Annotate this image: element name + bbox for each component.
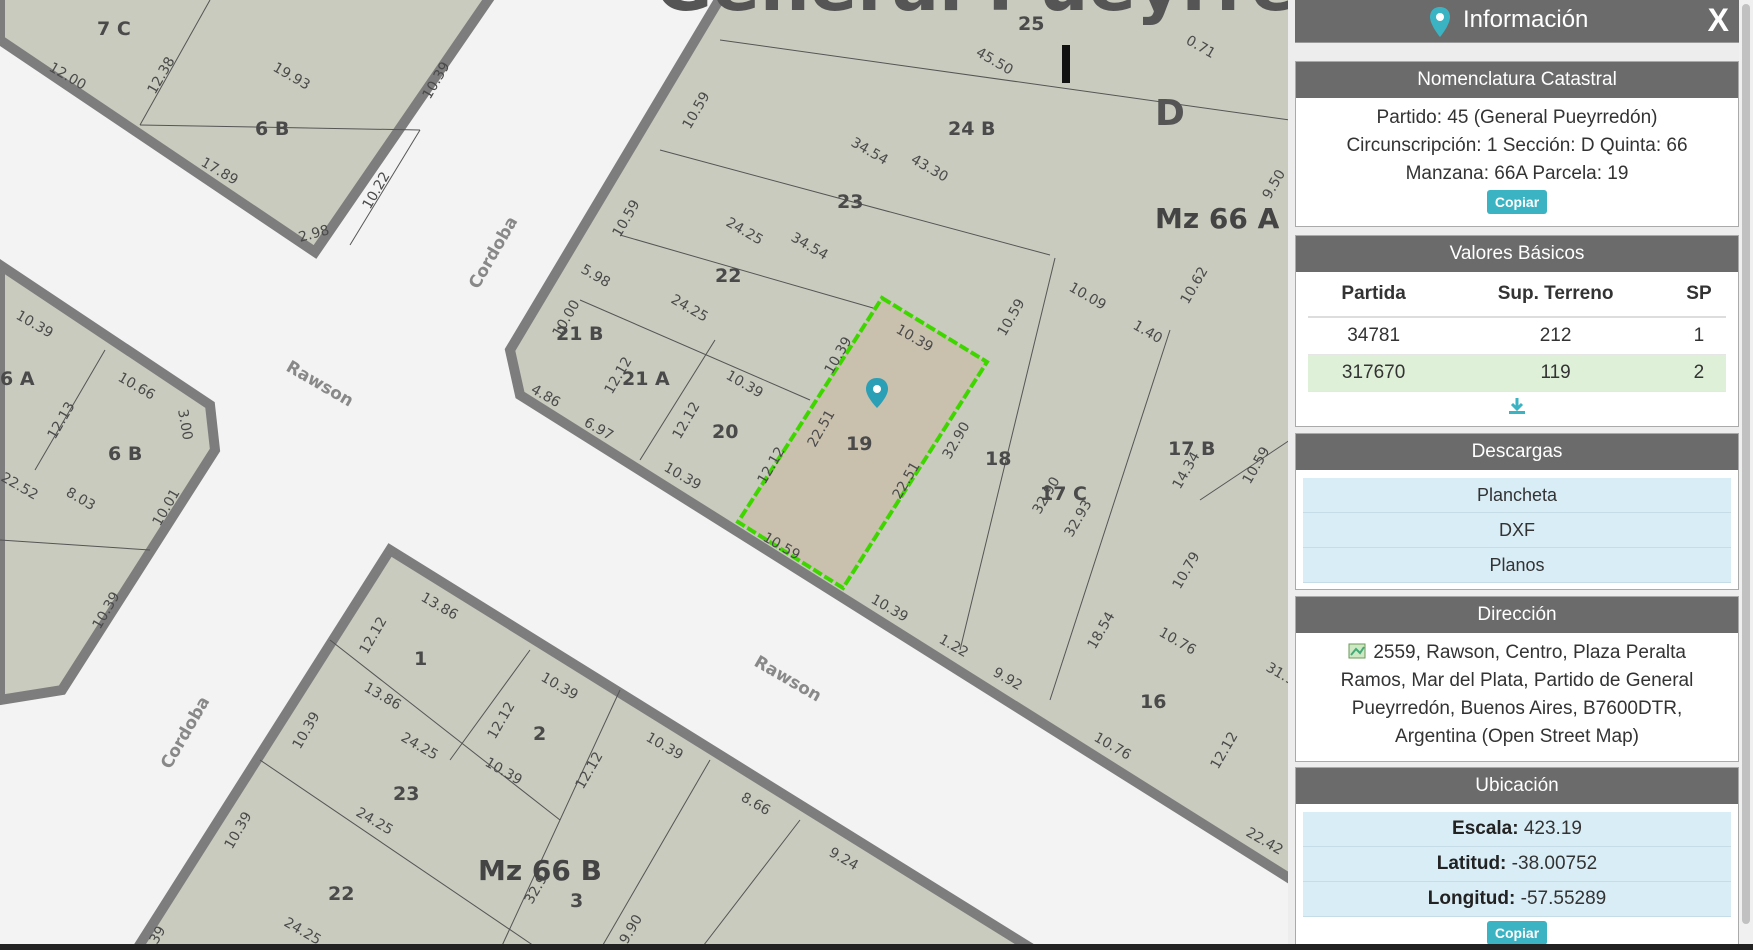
parcel-number: 6 B: [108, 443, 142, 465]
section-letter: D: [1155, 93, 1185, 134]
info-titlebar: Información X: [1295, 0, 1739, 43]
download-icon[interactable]: [1507, 396, 1527, 416]
panel-scrollbar[interactable]: [1739, 0, 1753, 950]
column-header: Partida: [1308, 272, 1440, 318]
parcel-number: 7 C: [97, 18, 131, 40]
address-line: Argentina (Open Street Map): [1395, 726, 1639, 747]
close-button[interactable]: X: [1708, 2, 1729, 39]
valores-table: Partida Sup. Terreno SP 34781 212 1 3176…: [1308, 272, 1726, 392]
parcel-number: 22: [328, 883, 354, 905]
escala-value: 423.19: [1523, 818, 1582, 839]
panel-title: Información: [1463, 6, 1589, 33]
parcel-number: 2: [533, 723, 546, 745]
block-label: Mz 66 A: [1155, 202, 1280, 235]
circunscripcion-line: Circunscripción: 1 Sección: D Quinta: 66: [1346, 135, 1688, 156]
cursor-marker: [1062, 45, 1070, 83]
parcel-number: 16: [1140, 691, 1166, 713]
parcel-number: 25: [1018, 13, 1044, 35]
address-line: 2559, Rawson, Centro, Plaza Peralta: [1373, 642, 1686, 663]
parcel-number: 19: [846, 433, 872, 455]
longitud-value: -57.55289: [1520, 888, 1607, 909]
section-header: Dirección: [1296, 597, 1738, 633]
scrollbar-thumb[interactable]: [1742, 4, 1750, 924]
section-header: Nomenclatura Catastral: [1296, 62, 1738, 98]
section-header: Ubicación: [1296, 768, 1738, 804]
map-title-fragment: General Pueyrred: [655, 0, 1288, 27]
parcel-number: 3: [570, 890, 583, 912]
column-header: Sup. Terreno: [1439, 272, 1672, 318]
descargas-section: Descargas Plancheta DXF Planos: [1295, 433, 1739, 590]
partido-line: Partido: 45 (General Pueyrredón): [1376, 107, 1658, 128]
valores-section: Valores Básicos Partida Sup. Terreno SP …: [1295, 235, 1739, 427]
section-header: Valores Básicos: [1296, 236, 1738, 272]
cadastral-map[interactable]: General Pueyrred D Cordoba Rawson Rawson…: [0, 0, 1288, 950]
dxf-link[interactable]: DXF: [1303, 513, 1731, 548]
longitud-row: Longitud: -57.55289: [1303, 882, 1731, 917]
latitud-row: Latitud: -38.00752: [1303, 847, 1731, 882]
parcel-number: 23: [837, 191, 863, 213]
map-icon: [1348, 643, 1366, 659]
address-line: Ramos, Mar del Plata, Partido de General: [1340, 670, 1694, 691]
section-header: Descargas: [1296, 434, 1738, 470]
parcel-number: 20: [712, 421, 738, 443]
parcel-number: 24 B: [948, 118, 996, 140]
direccion-section: Dirección 2559, Rawson, Centro, Plaza Pe…: [1295, 596, 1739, 762]
manzana-line: Manzana: 66A Parcela: 19: [1405, 163, 1629, 184]
location-pin-icon: [1430, 7, 1450, 37]
info-panel: Información X Nomenclatura Catastral Par…: [1288, 0, 1753, 950]
copy-ubicacion-button[interactable]: Copiar: [1486, 921, 1548, 945]
parcel-number: 18: [985, 448, 1011, 470]
parcel-number: 6 A: [0, 368, 35, 390]
parcel-number: 23: [393, 783, 419, 805]
latitud-value: -38.00752: [1511, 853, 1598, 874]
escala-row: Escala: 423.19: [1303, 812, 1731, 847]
table-row[interactable]: 317670 119 2: [1308, 354, 1726, 392]
planos-link[interactable]: Planos: [1303, 548, 1731, 583]
ubicacion-section: Ubicación Escala: 423.19 Latitud: -38.00…: [1295, 767, 1739, 950]
copy-nomenclatura-button[interactable]: Copiar: [1486, 190, 1548, 214]
parcel-number: 1: [414, 648, 427, 670]
map-canvas[interactable]: General Pueyrred D Cordoba Rawson Rawson…: [0, 0, 1288, 950]
table-row[interactable]: 34781 212 1: [1308, 317, 1726, 355]
parcel-number: 22: [715, 265, 741, 287]
plancheta-link[interactable]: Plancheta: [1303, 478, 1731, 513]
bottom-bar: [0, 944, 1753, 950]
parcel-number: 6 B: [255, 118, 289, 140]
address-line: Pueyrredón, Buenos Aires, B7600DTR,: [1351, 698, 1683, 719]
column-header: SP: [1671, 272, 1726, 318]
nomenclatura-section: Nomenclatura Catastral Partido: 45 (Gene…: [1295, 61, 1739, 227]
